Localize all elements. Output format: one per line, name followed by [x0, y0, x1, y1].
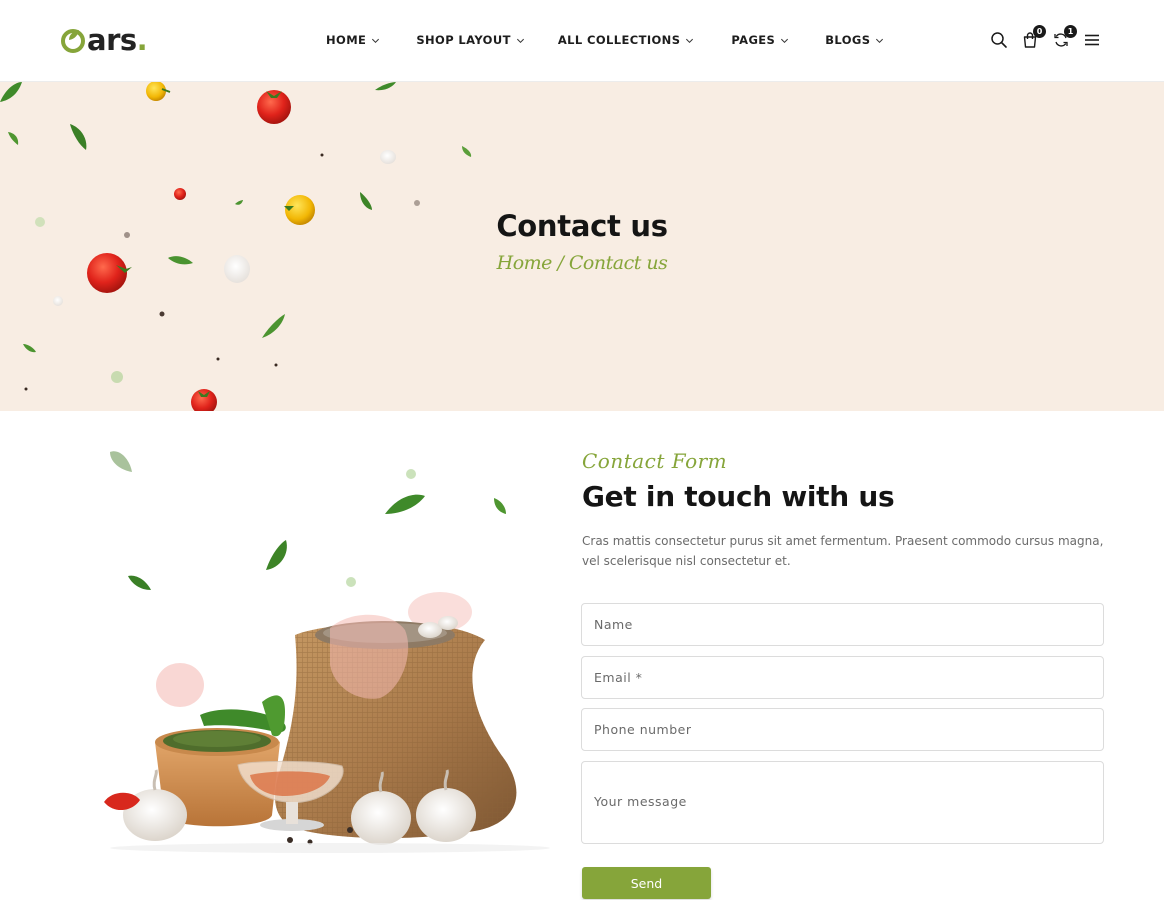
cart-button[interactable]: 0: [1018, 25, 1046, 52]
email-field[interactable]: [581, 656, 1104, 699]
tomato-decoration: [191, 389, 217, 411]
logo-dot: .: [136, 23, 148, 57]
site-header: ars . HOME SHOP LAYOUT ALL COLLECTIONS P…: [0, 0, 1164, 82]
form-title: Get in touch with us: [582, 480, 895, 513]
breadcrumb-home-link[interactable]: Home: [497, 252, 553, 274]
header-actions: 0 1: [987, 25, 1104, 52]
name-field[interactable]: [581, 603, 1104, 646]
message-field[interactable]: [581, 761, 1104, 844]
falling-vegetables-decoration: [0, 82, 472, 411]
form-description: Cras mattis consectetur purus sit amet f…: [582, 534, 1104, 568]
compare-button[interactable]: 1: [1049, 25, 1077, 52]
nav-item-pages[interactable]: PAGES: [731, 30, 789, 50]
yellow-tomato-decoration: [146, 82, 171, 101]
send-button[interactable]: Send: [582, 867, 711, 899]
tomato-decoration: [257, 90, 291, 124]
nav-item-label: HOME: [326, 33, 367, 47]
menu-button[interactable]: [1080, 28, 1104, 52]
breadcrumb-separator: /: [551, 252, 569, 274]
chevron-down-icon: [372, 38, 380, 43]
site-logo[interactable]: ars .: [60, 22, 148, 58]
breadcrumb: Home / Contact us: [0, 252, 1164, 274]
chevron-down-icon: [876, 38, 884, 43]
compare-count-badge: 1: [1064, 25, 1077, 38]
cart-count-badge: 0: [1033, 25, 1046, 38]
logo-leaf-icon: [60, 26, 86, 54]
logo-text: ars: [87, 23, 137, 57]
chevron-down-icon: [781, 38, 789, 43]
nav-item-label: SHOP LAYOUT: [416, 33, 511, 47]
phone-field[interactable]: [581, 708, 1104, 751]
nav-item-shop-layout[interactable]: SHOP LAYOUT: [416, 30, 525, 50]
tomato-decoration: [174, 188, 186, 200]
nav-item-all-collections[interactable]: ALL COLLECTIONS: [558, 30, 695, 50]
breadcrumb-current: Contact us: [568, 252, 668, 274]
chevron-down-icon: [686, 38, 694, 43]
nav-item-label: ALL COLLECTIONS: [557, 33, 681, 47]
hamburger-menu-icon: [1085, 34, 1099, 46]
search-icon: [991, 32, 1007, 48]
chevron-down-icon: [516, 38, 524, 43]
nav-item-blogs[interactable]: BLOGS: [825, 30, 884, 50]
nav-item-home[interactable]: HOME: [326, 30, 380, 50]
page-banner: Contact us Home / Contact us: [0, 82, 1164, 411]
nav-item-label: PAGES: [731, 33, 776, 47]
main-nav: HOME SHOP LAYOUT ALL COLLECTIONS PAGES B…: [326, 30, 884, 50]
nav-item-label: BLOGS: [825, 33, 871, 47]
spices-illustration: [80, 430, 550, 870]
search-button[interactable]: [987, 28, 1011, 52]
section-script-label: Contact Form: [582, 449, 728, 473]
page-title: Contact us: [496, 209, 668, 243]
